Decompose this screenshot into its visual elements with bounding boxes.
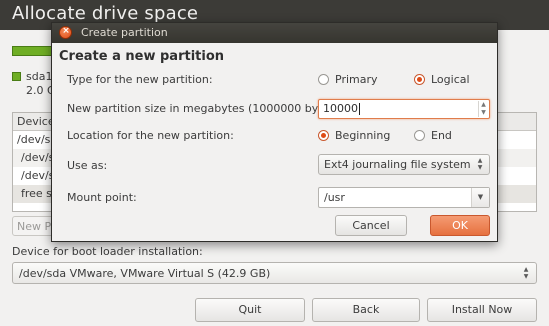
dialog-titlebar: × Create partition xyxy=(52,23,497,43)
chevron-down-icon[interactable]: ▼ xyxy=(471,188,489,207)
legend-partition-name: sda1 xyxy=(26,70,53,83)
mount-point-value: /usr xyxy=(324,191,345,204)
partition-size-value: 10000 xyxy=(323,102,358,115)
mount-point-combo[interactable]: /usr ▼ xyxy=(318,187,490,208)
cancel-button[interactable]: Cancel xyxy=(335,215,407,236)
install-now-button[interactable]: Install Now xyxy=(427,298,537,322)
updown-arrows-icon: ▲ ▼ xyxy=(477,157,483,171)
end-radio[interactable] xyxy=(414,130,425,141)
primary-label[interactable]: Primary xyxy=(335,73,378,86)
mount-point-label: Mount point: xyxy=(67,191,137,204)
close-icon: × xyxy=(62,26,70,36)
window-title: Allocate drive space xyxy=(12,3,199,24)
ok-button[interactable]: OK xyxy=(430,215,490,236)
logical-radio[interactable] xyxy=(414,74,425,85)
use-as-label: Use as: xyxy=(67,159,108,172)
use-as-value: Ext4 journaling file system xyxy=(324,158,471,171)
create-partition-dialog: × Create partition Create a new partitio… xyxy=(51,22,498,242)
text-caret xyxy=(359,103,360,115)
close-button[interactable]: × xyxy=(59,26,72,39)
spinner-arrows-icon[interactable]: ▲ ▼ xyxy=(478,101,488,117)
back-button[interactable]: Back xyxy=(312,298,420,322)
dialog-title: Create partition xyxy=(81,26,168,39)
end-label[interactable]: End xyxy=(431,129,452,142)
quit-button[interactable]: Quit xyxy=(195,298,305,322)
boot-loader-label: Device for boot loader installation: xyxy=(12,245,203,258)
beginning-label[interactable]: Beginning xyxy=(335,129,390,142)
use-as-select[interactable]: Ext4 journaling file system ▲ ▼ xyxy=(318,154,490,175)
type-label: Type for the new partition: xyxy=(67,73,213,86)
partition-bar xyxy=(12,46,52,56)
updown-arrows-icon: ▲ ▼ xyxy=(523,266,529,280)
legend-swatch xyxy=(12,72,21,81)
logical-label[interactable]: Logical xyxy=(431,73,470,86)
row-device: /dev/s xyxy=(21,169,55,182)
size-label: New partition size in megabytes (1000000… xyxy=(67,102,344,115)
column-device[interactable]: Device xyxy=(17,115,55,128)
beginning-radio[interactable] xyxy=(318,130,329,141)
primary-radio[interactable] xyxy=(318,74,329,85)
dialog-heading: Create a new partition xyxy=(59,49,225,64)
boot-loader-value: /dev/sda VMware, VMware Virtual S (42.9 … xyxy=(19,267,271,280)
partition-size-input[interactable]: 10000 ▲ ▼ xyxy=(318,99,490,119)
row-device: /dev/s xyxy=(21,151,55,164)
boot-loader-select[interactable]: /dev/sda VMware, VMware Virtual S (42.9 … xyxy=(12,262,537,284)
location-label: Location for the new partition: xyxy=(67,129,234,142)
